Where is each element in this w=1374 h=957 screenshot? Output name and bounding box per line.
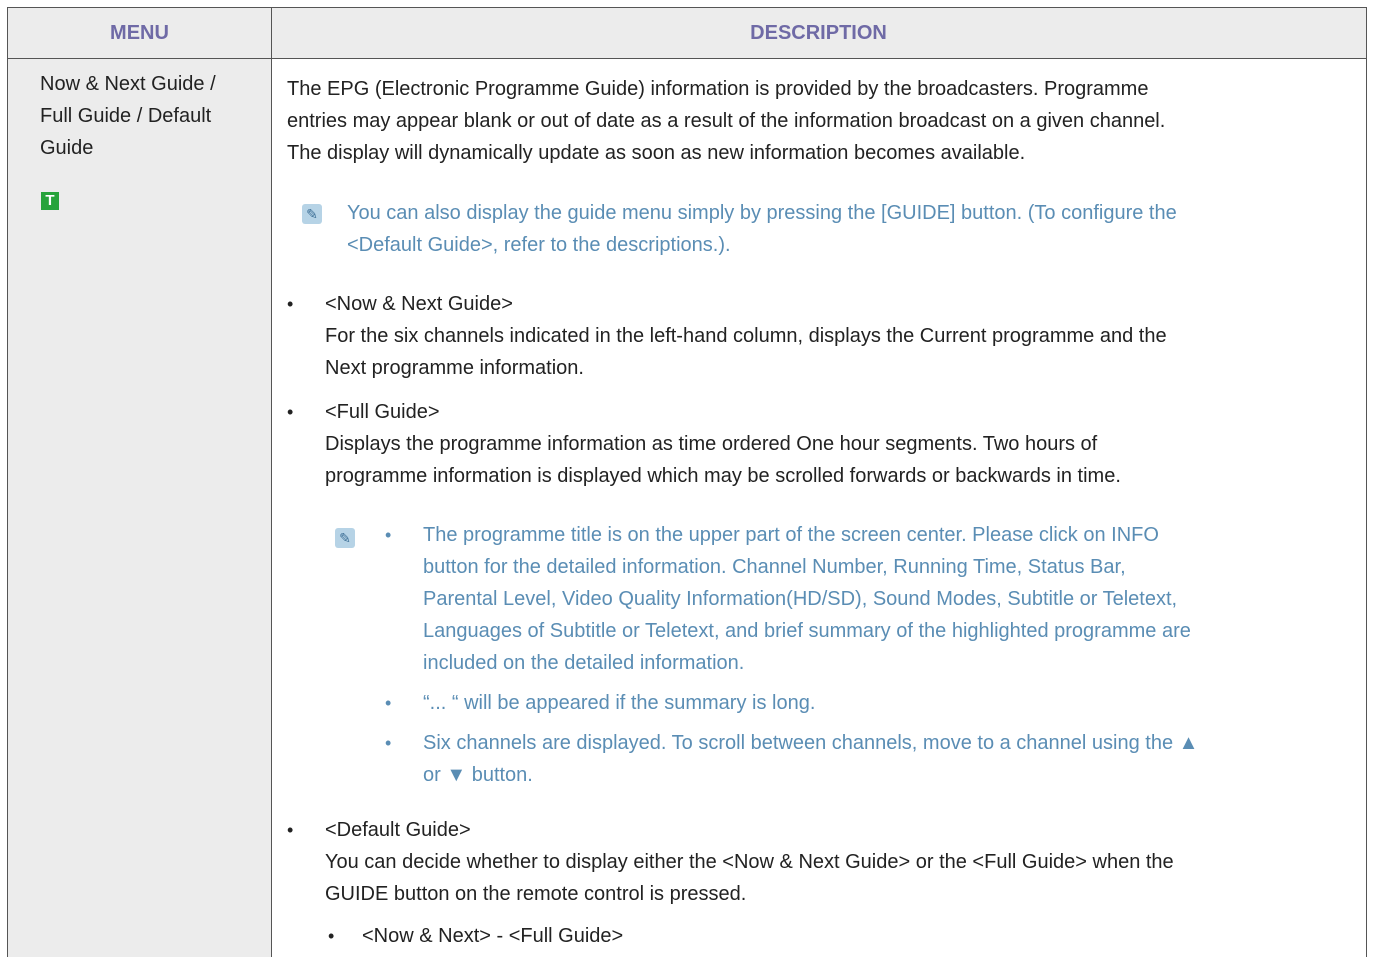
summary-note: “... “ will be appeared if the summary i… — [423, 692, 816, 714]
note-line: button for the detailed information. Cha… — [423, 556, 1126, 578]
bullet: • — [385, 693, 392, 713]
tv-mode-icon: T — [41, 192, 59, 210]
menu-item-label: Now & Next Guide / Full Guide / Default … — [40, 68, 240, 164]
programme-title-note: The programme title is on the upper part… — [423, 519, 1191, 679]
menu-line: Guide — [40, 137, 94, 159]
bullet: • — [385, 733, 392, 753]
bullet: • — [287, 294, 294, 314]
menu-line: Now & Next Guide / — [40, 73, 216, 95]
header-menu: MENU — [110, 22, 169, 44]
note-line: Parental Level, Video Quality Informatio… — [423, 588, 1178, 610]
section-line: GUIDE button on the remote control is pr… — [325, 883, 747, 905]
six-channels-note: Six channels are displayed. To scroll be… — [423, 727, 1198, 791]
bullet: • — [385, 525, 392, 545]
section-line: programme information is displayed which… — [325, 465, 1121, 487]
bullet: • — [287, 820, 294, 840]
intro-line: The display will dynamically update as s… — [287, 142, 1026, 164]
bullet: • — [287, 402, 294, 422]
menu-line: Full Guide / Default — [40, 105, 212, 127]
default-guide-option: <Now & Next> - <Full Guide> — [362, 925, 624, 947]
note-icon: ✎ — [335, 528, 355, 548]
section-line: Displays the programme information as ti… — [325, 433, 1098, 455]
note-line: You can also display the guide menu simp… — [347, 202, 1177, 224]
section-line: You can decide whether to display either… — [325, 851, 1174, 873]
bullet: • — [328, 926, 335, 946]
guide-button-note: You can also display the guide menu simp… — [347, 197, 1177, 261]
section-title: <Full Guide> — [325, 401, 440, 423]
note-line: Languages of Subtitle or Teletext, and b… — [423, 620, 1191, 642]
table-header: MENU DESCRIPTION — [8, 8, 1366, 59]
note-icon: ✎ — [302, 204, 322, 224]
section-line: Next programme information. — [325, 357, 584, 379]
column-divider — [271, 8, 272, 957]
now-next-section: <Now & Next Guide> For the six channels … — [325, 288, 1167, 384]
intro-line: The EPG (Electronic Programme Guide) inf… — [287, 78, 1149, 100]
note-line: or ▼ button. — [423, 764, 533, 786]
note-line: Six channels are displayed. To scroll be… — [423, 732, 1199, 754]
default-guide-section: <Default Guide> You can decide whether t… — [325, 814, 1174, 910]
header-description: DESCRIPTION — [750, 22, 887, 44]
intro-paragraph: The EPG (Electronic Programme Guide) inf… — [287, 73, 1165, 169]
note-line: The programme title is on the upper part… — [423, 524, 1159, 546]
section-title: <Default Guide> — [325, 819, 471, 841]
intro-line: entries may appear blank or out of date … — [287, 110, 1166, 132]
section-title: <Now & Next Guide> — [325, 293, 513, 315]
note-line: included on the detailed information. — [423, 652, 745, 674]
section-line: For the six channels indicated in the le… — [325, 325, 1167, 347]
full-guide-section: <Full Guide> Displays the programme info… — [325, 396, 1121, 492]
note-line: <Default Guide>, refer to the descriptio… — [347, 234, 731, 256]
